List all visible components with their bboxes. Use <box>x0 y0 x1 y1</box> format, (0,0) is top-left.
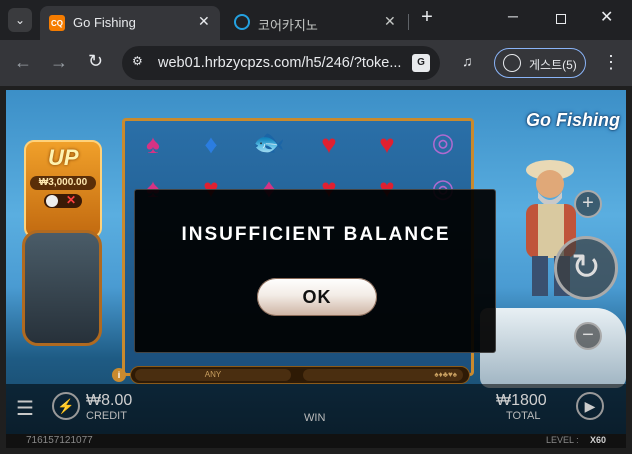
total-bet-label: TOTAL <box>506 410 541 422</box>
level-value: X60 <box>590 435 607 445</box>
tab-strip: ⌄ CQ Go Fishing ✕ 코어카지노 ✕ + ─ ✕ <box>0 0 632 40</box>
boat-illustration <box>480 308 626 388</box>
game-favicon-icon: CQ <box>49 15 65 31</box>
tab-title: Go Fishing <box>73 15 136 30</box>
toggle-off-icon: ✕ <box>66 193 77 207</box>
up-amount: ₩3,000.00 <box>30 176 96 190</box>
diamond-symbol-icon: ♦ <box>204 129 218 159</box>
game-hud: ☰ ⚡ ₩8.00 CREDIT WIN ₩1800 TOTAL ▶ <box>6 384 626 434</box>
bet-decrease-button[interactable]: − <box>574 322 602 350</box>
tab-search-button[interactable]: ⌄ <box>8 8 32 32</box>
avatar-icon <box>503 54 521 72</box>
tab-close-icon[interactable]: ✕ <box>198 13 210 30</box>
game-footer: 716157121077 LEVEL : X60 <box>6 434 626 448</box>
win-label: WIN <box>304 412 326 424</box>
bet-line-any: ANY <box>135 369 291 381</box>
up-toggle[interactable]: ✕ <box>44 193 82 208</box>
browser-menu-button[interactable]: ⋮ <box>602 52 620 73</box>
media-controls-icon[interactable]: ♫ <box>462 53 473 69</box>
up-logo: UP <box>48 145 79 170</box>
window-close-button[interactable]: ✕ <box>600 7 613 27</box>
browser-toolbar: ← → ↻ ⚙ web01.hrbzycpzs.com/h5/246/?toke… <box>0 40 632 86</box>
minimize-button[interactable]: ─ <box>508 8 518 24</box>
hamburger-menu-icon[interactable]: ☰ <box>16 396 34 421</box>
autoplay-icon[interactable]: ▶ <box>576 392 604 420</box>
bet-line-suits: ♠♦♣♥♠ <box>303 369 463 381</box>
dialog-title: INSUFFICIENT BALANCE <box>181 224 451 245</box>
credit-label: CREDIT <box>86 410 127 422</box>
up-feature-panel: UP ₩3,000.00 ✕ <box>24 140 102 238</box>
back-button[interactable]: ← <box>14 52 32 73</box>
heart-symbol-icon: ♥ <box>321 129 337 159</box>
side-frame <box>22 230 102 346</box>
chevron-down-icon: ⌄ <box>14 13 26 27</box>
address-bar[interactable]: ⚙ web01.hrbzycpzs.com/h5/246/?toke... G <box>122 46 440 80</box>
forward-button[interactable]: → <box>50 52 68 73</box>
insufficient-balance-dialog: INSUFFICIENT BALANCE OK <box>134 189 496 353</box>
tab-title: 코어카지노 <box>258 18 318 33</box>
level-label: LEVEL : <box>546 435 579 445</box>
total-bet-value: ₩1800 <box>496 392 547 409</box>
bet-increase-button[interactable]: + <box>574 190 602 218</box>
tab-core-casino[interactable]: 코어카지노 ✕ <box>226 6 406 40</box>
credit-value: ₩8.00 <box>86 392 133 409</box>
spin-button[interactable]: ↻ <box>554 236 618 300</box>
profile-button[interactable]: 게스트(5) <box>494 48 586 78</box>
tab-go-fishing[interactable]: CQ Go Fishing ✕ <box>40 6 220 40</box>
fish-symbol-icon: 🐟 <box>252 127 286 157</box>
new-tab-button[interactable]: + <box>416 6 438 28</box>
ok-button[interactable]: OK <box>257 278 377 316</box>
info-icon[interactable]: i <box>112 368 126 382</box>
toggle-knob <box>46 195 58 207</box>
heart-symbol-icon: ♥ <box>379 129 395 159</box>
tab-close-icon[interactable]: ✕ <box>384 13 396 30</box>
tab-divider <box>408 14 409 30</box>
spade-symbol-icon: ♠ <box>146 129 160 159</box>
site-info-icon[interactable]: ⚙ <box>132 54 150 72</box>
translate-icon[interactable]: G <box>412 54 430 72</box>
bet-line-bar: ANY ♠♦♣♥♠ <box>130 366 470 384</box>
round-id: 716157121077 <box>26 435 93 446</box>
game-logo: Go Fishing <box>526 110 620 130</box>
maximize-button[interactable] <box>556 14 566 24</box>
reload-button[interactable]: ↻ <box>88 51 103 72</box>
turbo-icon[interactable]: ⚡ <box>52 392 80 420</box>
circle-favicon-icon <box>234 14 250 30</box>
url-text[interactable]: web01.hrbzycpzs.com/h5/246/?toke... <box>158 55 401 71</box>
profile-label: 게스트(5) <box>529 58 577 72</box>
lure-symbol-icon: ◎ <box>431 127 455 157</box>
